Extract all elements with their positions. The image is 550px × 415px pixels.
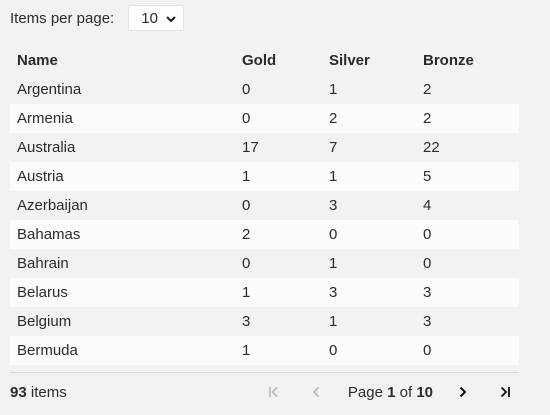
cell-gold: 3 (242, 313, 251, 330)
pagination-footer: 93 items Page 1 of 10 (10, 372, 519, 411)
cell-bronze: 4 (423, 197, 432, 214)
items-per-page-select[interactable]: 10 (128, 5, 185, 31)
cell-bronze: 2 (423, 81, 432, 98)
table-row[interactable]: Belgium 3 1 3 (10, 307, 519, 336)
total-pages: 10 (416, 383, 433, 401)
cell-bronze: 0 (423, 342, 432, 359)
column-header-gold[interactable]: Gold (242, 52, 329, 69)
column-header-name[interactable]: Name (10, 52, 242, 69)
table-row[interactable]: Azerbaijan 0 3 4 (10, 191, 519, 220)
cell-gold: 1 (242, 342, 251, 359)
page-word: Page (347, 383, 383, 401)
next-page-button[interactable] (449, 378, 477, 406)
cell-silver: 7 (329, 139, 338, 156)
cell-name: Belgium (17, 313, 72, 330)
cell-silver: 2 (329, 110, 338, 127)
chevron-down-icon (165, 12, 177, 24)
cell-name: Bermuda (17, 342, 78, 359)
medals-table: Name Gold Silver Bronze Argentina 0 1 2 … (10, 46, 519, 365)
pagination-nav: Page 1 of 10 (260, 373, 519, 411)
item-count-word: items (30, 383, 67, 401)
cell-name: Azerbaijan (17, 197, 88, 214)
cell-bronze: 0 (423, 255, 432, 272)
table-row[interactable]: Bahrain 0 1 0 (10, 249, 519, 278)
column-header-silver[interactable]: Silver (329, 52, 423, 69)
items-per-page-value: 10 (141, 9, 158, 27)
current-page: 1 (387, 383, 396, 401)
last-page-icon (500, 386, 510, 398)
cell-silver: 0 (329, 226, 338, 243)
items-per-page-label: Items per page: (10, 9, 115, 27)
cell-bronze: 5 (423, 168, 432, 185)
cell-bronze: 22 (423, 139, 440, 156)
cell-gold: 1 (242, 168, 251, 185)
cell-bronze: 0 (423, 226, 432, 243)
cell-gold: 0 (242, 255, 251, 272)
last-page-button[interactable] (491, 378, 519, 406)
table-row[interactable]: Armenia 0 2 2 (10, 104, 519, 133)
table-row[interactable]: Austria 1 1 5 (10, 162, 519, 191)
item-count: 93 items (10, 384, 67, 401)
item-count-number: 93 (10, 383, 27, 401)
table-row[interactable]: Bermuda 1 0 0 (10, 336, 519, 365)
cell-gold: 17 (242, 139, 259, 156)
cell-bronze: 2 (423, 110, 432, 127)
cell-name: Bahrain (17, 255, 69, 272)
first-page-button[interactable] (260, 378, 288, 406)
cell-silver: 1 (329, 313, 338, 330)
first-page-icon (269, 386, 278, 398)
previous-page-icon (312, 386, 319, 398)
cell-name: Belarus (17, 284, 68, 301)
cell-name: Austria (17, 168, 64, 185)
table-row[interactable]: Bahamas 2 0 0 (10, 220, 519, 249)
cell-name: Australia (17, 139, 76, 156)
cell-gold: 0 (242, 197, 251, 214)
column-header-bronze[interactable]: Bronze (423, 52, 519, 69)
next-page-icon (459, 386, 467, 398)
cell-silver: 1 (329, 255, 338, 272)
cell-gold: 1 (242, 284, 251, 301)
table-header-row: Name Gold Silver Bronze (10, 46, 519, 75)
previous-page-button[interactable] (302, 378, 330, 406)
cell-name: Armenia (17, 110, 73, 127)
table-row[interactable]: Argentina 0 1 2 (10, 75, 519, 104)
cell-gold: 0 (242, 81, 251, 98)
page-indicator: Page 1 of 10 (348, 384, 433, 401)
cell-silver: 1 (329, 168, 338, 185)
of-word: of (399, 383, 413, 401)
cell-bronze: 3 (423, 313, 432, 330)
cell-name: Bahamas (17, 226, 81, 243)
cell-gold: 0 (242, 110, 251, 127)
table-row[interactable]: Australia 17 7 22 (10, 133, 519, 162)
cell-name: Argentina (17, 81, 82, 98)
cell-bronze: 3 (423, 284, 432, 301)
cell-silver: 3 (329, 284, 338, 301)
items-per-page-control: Items per page: 10 (10, 4, 185, 32)
cell-gold: 2 (242, 226, 251, 243)
table-row[interactable]: Belarus 1 3 3 (10, 278, 519, 307)
cell-silver: 1 (329, 81, 338, 98)
cell-silver: 3 (329, 197, 338, 214)
cell-silver: 0 (329, 342, 338, 359)
